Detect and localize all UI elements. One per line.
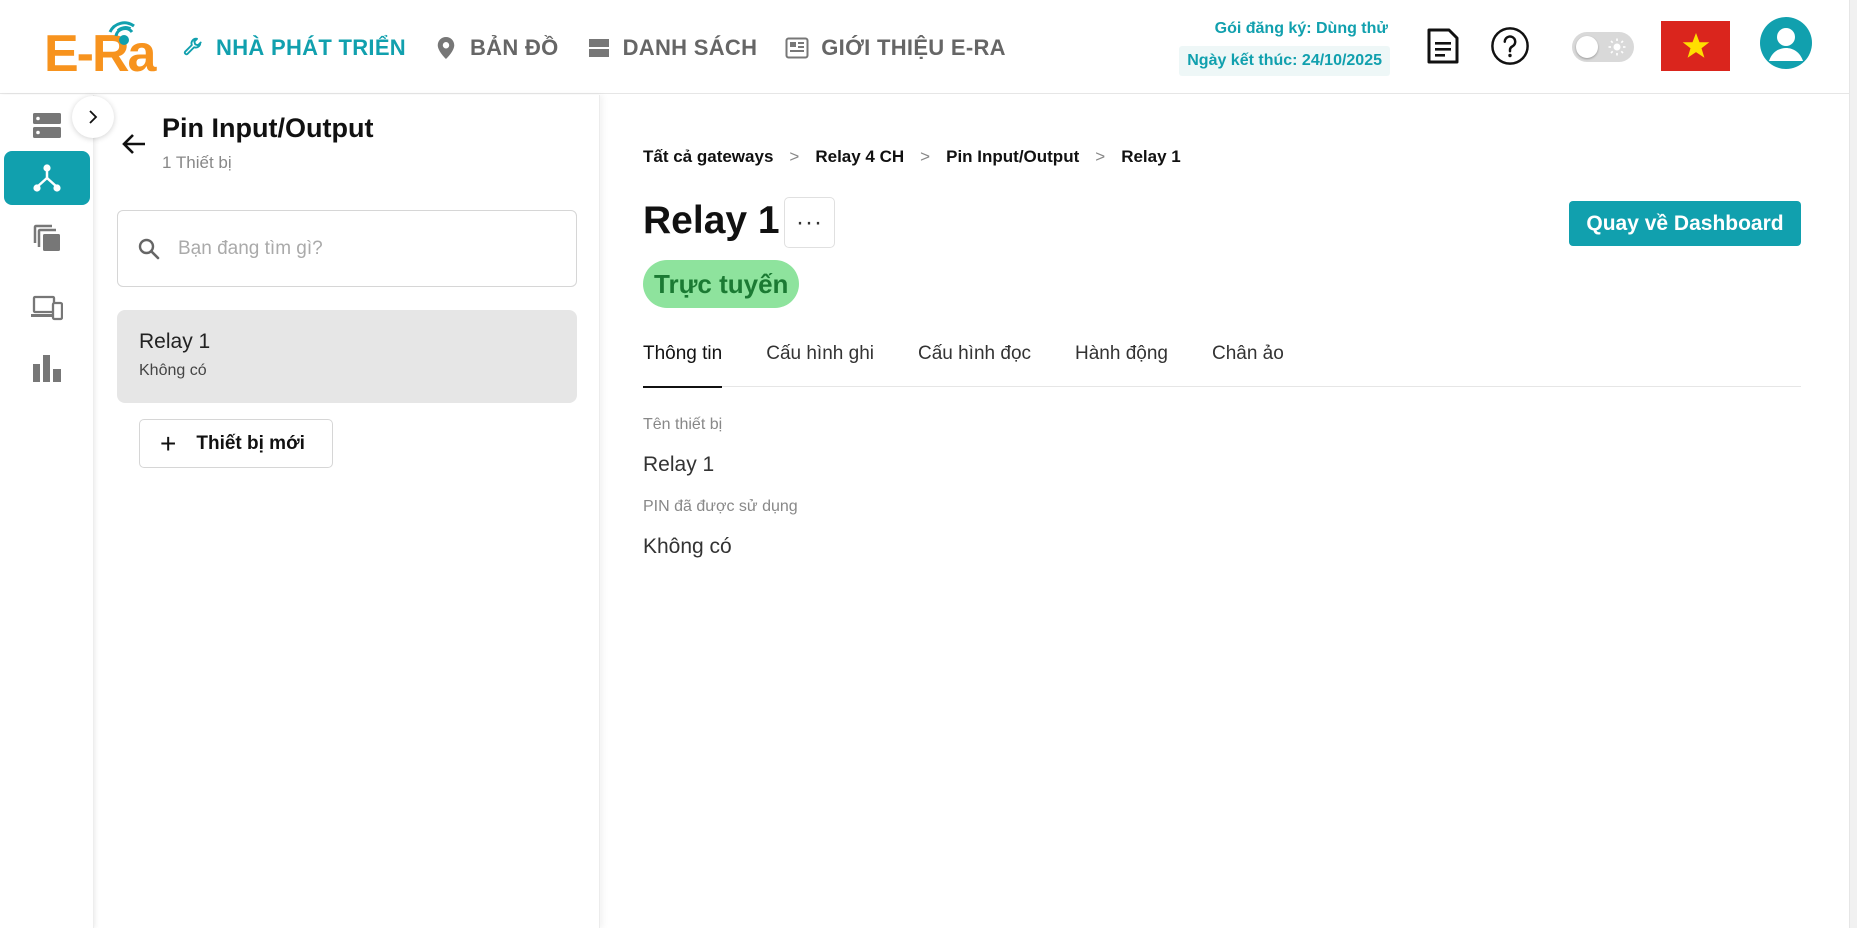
device-name-value: Relay 1 xyxy=(643,453,715,476)
expand-sidebar-button[interactable] xyxy=(72,96,114,138)
copy-icon xyxy=(33,224,60,251)
new-device-label: Thiết bị mới xyxy=(196,432,305,454)
breadcrumb-all-gateways[interactable]: Tất cả gateways xyxy=(643,147,773,167)
nav-label: NHÀ PHÁT TRIỂN xyxy=(216,35,406,60)
top-header: E-Ra NHÀ PHÁT TRIỂN BẢN ĐỒ DANH SÁCH GIỚ… xyxy=(0,0,1857,94)
bar-chart-icon xyxy=(33,355,61,382)
device-list-panel: Pin Input/Output 1 Thiết bị Relay 1 Khôn… xyxy=(95,95,600,928)
tab-virtual-pins[interactable]: Chân ảo xyxy=(1212,337,1284,387)
rail-item-analytics[interactable] xyxy=(4,341,90,395)
page-title: Relay 1 xyxy=(643,199,780,242)
breadcrumb: Tất cả gateways > Relay 4 CH > Pin Input… xyxy=(643,147,1181,167)
breadcrumb-separator: > xyxy=(920,147,931,166)
list-item[interactable]: Relay 1 Không có xyxy=(117,310,577,403)
status-badge: Trực tuyến xyxy=(643,260,800,308)
user-avatar-icon[interactable] xyxy=(1760,17,1812,69)
wifi-signal-icon xyxy=(108,21,135,45)
newspaper-icon xyxy=(785,36,809,60)
detail-tabs: Thông tin Cấu hình ghi Cấu hình đọc Hành… xyxy=(643,337,1801,388)
network-icon xyxy=(33,164,61,192)
new-device-button[interactable]: + Thiết bị mới xyxy=(139,419,333,468)
panel-title: Pin Input/Output xyxy=(162,113,374,143)
main-nav: NHÀ PHÁT TRIỂN BẢN ĐỒ DANH SÁCH GIỚI THI… xyxy=(180,30,1034,66)
more-options-button[interactable]: ··· xyxy=(784,197,835,248)
rail-item-copy[interactable] xyxy=(4,211,90,265)
vietnam-flag-icon[interactable] xyxy=(1661,21,1730,71)
nav-item-map[interactable]: BẢN ĐỒ xyxy=(434,35,559,61)
rail-item-devices[interactable] xyxy=(4,281,90,335)
device-name: Relay 1 xyxy=(139,330,211,353)
chevron-right-icon xyxy=(89,110,98,124)
wrench-icon xyxy=(180,36,204,60)
back-to-dashboard-button[interactable]: Quay về Dashboard xyxy=(1569,201,1801,246)
nav-item-developer[interactable]: NHÀ PHÁT TRIỂN xyxy=(180,35,406,61)
device-pin: Không có xyxy=(139,362,207,379)
tab-info[interactable]: Thông tin xyxy=(643,337,723,388)
nav-item-list[interactable]: DANH SÁCH xyxy=(587,35,758,61)
subscription-plan: Gói đăng ký: Dùng thử xyxy=(1214,20,1388,37)
map-pin-icon xyxy=(434,36,458,60)
nav-label: GIỚI THIỆU E-RA xyxy=(821,35,1006,60)
tab-write-config[interactable]: Cấu hình ghi xyxy=(766,337,874,387)
tab-actions[interactable]: Hành động xyxy=(1075,337,1168,387)
breadcrumb-pin-io[interactable]: Pin Input/Output xyxy=(946,147,1079,167)
window-scrollbar[interactable] xyxy=(1849,0,1857,928)
toggle-knob xyxy=(1576,36,1598,58)
breadcrumb-separator: > xyxy=(1095,147,1106,166)
subscription-info: Gói đăng ký: Dùng thử Ngày kết thúc: 24/… xyxy=(1176,16,1390,76)
device-detail: Tất cả gateways > Relay 4 CH > Pin Input… xyxy=(643,95,1803,928)
nav-label: BẢN ĐỒ xyxy=(469,35,559,60)
document-icon[interactable] xyxy=(1423,26,1463,66)
device-name-label: Tên thiết bị xyxy=(643,416,723,433)
plus-icon: + xyxy=(160,427,177,459)
rail-item-network[interactable] xyxy=(4,151,90,205)
breadcrumb-current: Relay 1 xyxy=(1121,147,1181,166)
search-input[interactable] xyxy=(178,237,538,260)
list-icon xyxy=(587,36,611,60)
server-icon xyxy=(33,113,61,138)
arrow-left-icon xyxy=(122,134,145,154)
pin-used-label: PIN đã được sử dụng xyxy=(643,498,798,515)
breadcrumb-gateway[interactable]: Relay 4 CH xyxy=(815,147,904,167)
icon-rail xyxy=(0,95,94,928)
breadcrumb-separator: > xyxy=(789,147,800,166)
search-icon xyxy=(138,238,160,259)
nav-item-about[interactable]: GIỚI THIỆU E-RA xyxy=(785,35,1006,61)
device-count: 1 Thiết bị xyxy=(162,153,232,172)
tab-read-config[interactable]: Cấu hình đọc xyxy=(918,337,1031,387)
sun-icon xyxy=(1608,38,1626,56)
pin-used-value: Không có xyxy=(643,535,732,558)
nav-label: DANH SÁCH xyxy=(622,35,758,60)
search-box[interactable] xyxy=(117,210,577,287)
subscription-end-date: Ngày kết thúc: 24/10/2025 xyxy=(1179,46,1390,76)
back-button[interactable] xyxy=(117,127,151,161)
help-icon[interactable] xyxy=(1490,26,1530,66)
era-logo[interactable]: E-Ra xyxy=(44,18,164,83)
theme-toggle[interactable] xyxy=(1572,32,1634,62)
devices-icon xyxy=(31,295,63,321)
